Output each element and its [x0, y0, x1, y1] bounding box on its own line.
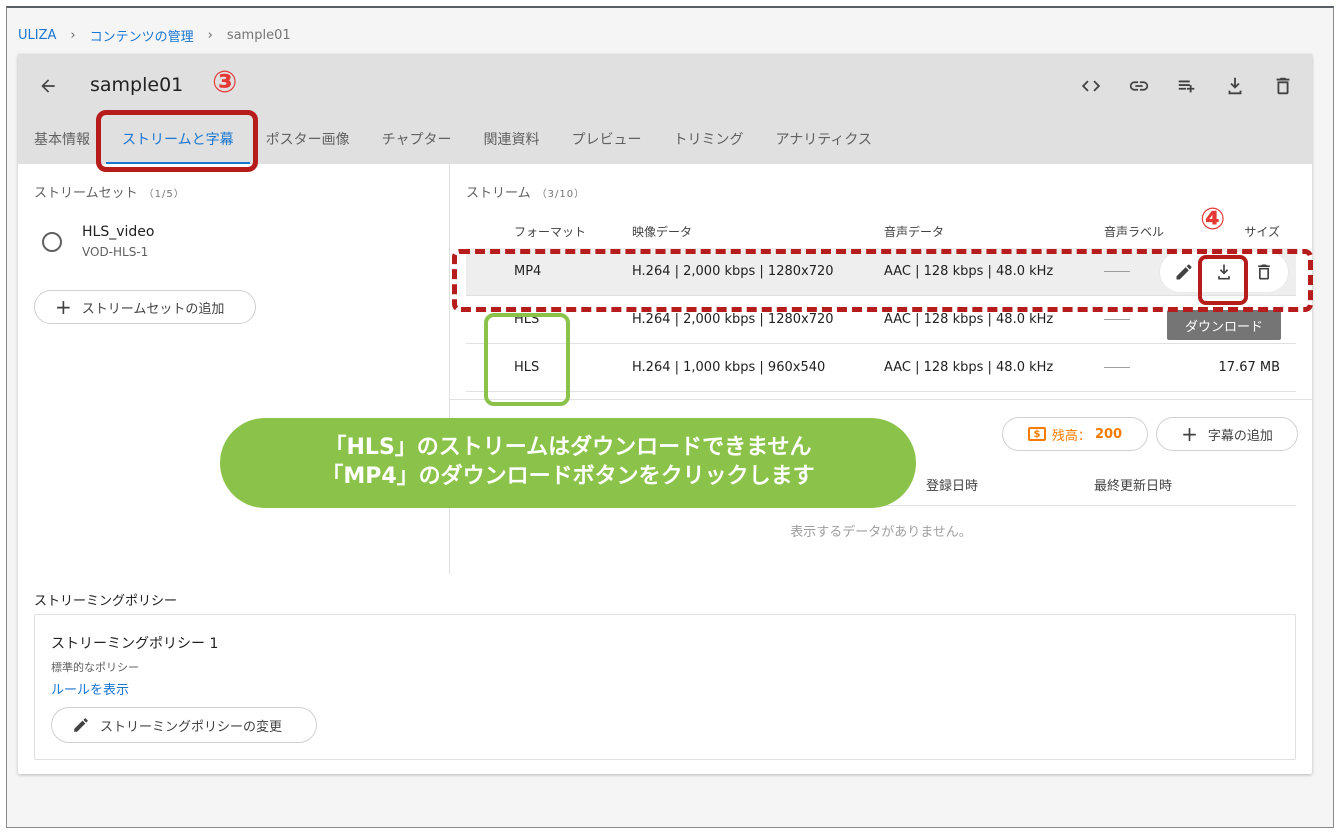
stream-title: ストリーム （3/10）: [466, 182, 585, 201]
annotation-download-highlight: [1198, 255, 1248, 305]
stream-audio: AAC | 128 kbps | 48.0 kHz: [884, 360, 1054, 375]
tab-chapter[interactable]: チャプター: [366, 122, 468, 164]
coin-icon: $: [1027, 427, 1046, 441]
annotation-step3: ③: [212, 65, 238, 100]
add-stream-set-label: ストリームセットの追加: [81, 301, 225, 317]
change-policy-button[interactable]: ストリーミングポリシーの変更: [51, 707, 317, 743]
annotation-message-line1: 「HLS」のストリームはダウンロードできません: [324, 435, 812, 461]
stream-audio-label: [1104, 344, 1130, 391]
annotation-step4: ④: [1200, 202, 1226, 237]
annotation-message-line2: 「MP4」のダウンロードボタンをクリックします: [321, 464, 815, 489]
col-registered: 登録日時: [926, 479, 979, 494]
page-title: sample01: [90, 74, 184, 96]
annotation-tab-highlight: [96, 110, 258, 172]
show-rules-link[interactable]: ルールを表示: [51, 679, 129, 698]
download-tooltip: ダウンロード: [1167, 310, 1281, 340]
policy-section-title: ストリーミングポリシー: [34, 594, 178, 609]
tab-poster[interactable]: ポスター画像: [250, 122, 366, 164]
empty-message: 表示するデータがありません。: [790, 525, 972, 540]
annotation-hls-highlight: [484, 313, 570, 406]
breadcrumb-section[interactable]: コンテンツの管理: [90, 26, 194, 45]
add-subtitle-button[interactable]: + 字幕の追加: [1156, 417, 1298, 451]
stream-title-label: ストリーム: [466, 186, 531, 201]
balance-label: 残高：: [1051, 428, 1091, 444]
download-icon[interactable]: [1220, 72, 1250, 100]
plus-icon: +: [55, 295, 72, 319]
table-row[interactable]: HLS H.264 | 1,000 kbps | 960x540 AAC | 1…: [466, 344, 1296, 392]
breadcrumb-separator: ›: [70, 28, 76, 43]
stream-set-name: HLS_video: [82, 224, 155, 240]
col-updated: 最終更新日時: [1094, 479, 1173, 494]
tab-preview[interactable]: プレビュー: [555, 122, 657, 164]
tab-basic-info[interactable]: 基本情報: [18, 122, 106, 164]
policy-desc: 標準的なポリシー: [51, 661, 139, 674]
tab-analytics[interactable]: アナリティクス: [759, 122, 887, 164]
breadcrumb: ULIZA › コンテンツの管理 › sample01: [18, 26, 291, 45]
playlist-add-icon[interactable]: [1172, 72, 1202, 100]
change-policy-label: ストリーミングポリシーの変更: [100, 719, 283, 735]
delete-icon[interactable]: [1268, 72, 1298, 100]
tab-trimming[interactable]: トリミング: [657, 122, 759, 164]
policy-name: ストリーミングポリシー 1: [51, 636, 219, 652]
plus-icon: +: [1181, 422, 1198, 446]
stream-set-count: （1/5）: [143, 189, 185, 200]
breadcrumb-current: sample01: [226, 28, 291, 43]
col-audio-label: 音声ラベル: [1104, 224, 1165, 239]
stream-set-title-label: ストリームセット: [34, 186, 138, 201]
stream-set-title: ストリームセット （1/5）: [34, 182, 185, 201]
policy-card: ストリーミングポリシー 1 標準的なポリシー ルールを表示 ストリーミングポリシ…: [34, 614, 1296, 760]
code-icon[interactable]: [1076, 72, 1106, 100]
stream-size: 17.67 MB: [1218, 360, 1280, 375]
breadcrumb-root[interactable]: ULIZA: [18, 28, 56, 43]
header-actions: [1076, 72, 1298, 100]
empty-dash: [1104, 367, 1130, 368]
stream-set-panel: ストリームセット （1/5） HLS_video VOD-HLS-1 + ストリー…: [18, 164, 450, 574]
tab-related[interactable]: 関連資料: [467, 122, 555, 164]
stream-table-header: フォーマット 映像データ 音声データ 音声ラベル サイズ: [466, 214, 1296, 248]
balance-badge[interactable]: $ 残高： 200: [1002, 417, 1148, 451]
add-subtitle-label: 字幕の追加: [1207, 428, 1273, 444]
balance-value: 200: [1094, 426, 1123, 442]
stream-count: （3/10）: [536, 189, 586, 200]
breadcrumb-separator: ›: [207, 28, 213, 43]
empty-dash: [1104, 319, 1130, 320]
col-size: サイズ: [1244, 224, 1280, 239]
link-icon[interactable]: [1124, 72, 1154, 100]
stream-video: H.264 | 1,000 kbps | 960x540: [632, 360, 826, 375]
annotation-row-highlight: [452, 249, 1313, 312]
pencil-icon: [72, 716, 90, 734]
col-video: 映像データ: [632, 224, 693, 239]
arrow-left-icon[interactable]: [34, 72, 62, 100]
add-stream-set-button[interactable]: + ストリームセットの追加: [34, 290, 256, 324]
col-audio: 音声データ: [884, 224, 945, 239]
stream-set-radio[interactable]: [42, 232, 62, 252]
col-format: フォーマット: [514, 224, 587, 239]
divider: [450, 399, 1312, 400]
stream-panel: ストリーム （3/10） フォーマット 映像データ 音声データ 音声ラベル サイズ…: [450, 164, 1312, 574]
stream-set-sub: VOD-HLS-1: [82, 245, 149, 259]
annotation-message: 「HLS」のストリームはダウンロードできません 「MP4」のダウンロードボタンを…: [220, 418, 916, 508]
